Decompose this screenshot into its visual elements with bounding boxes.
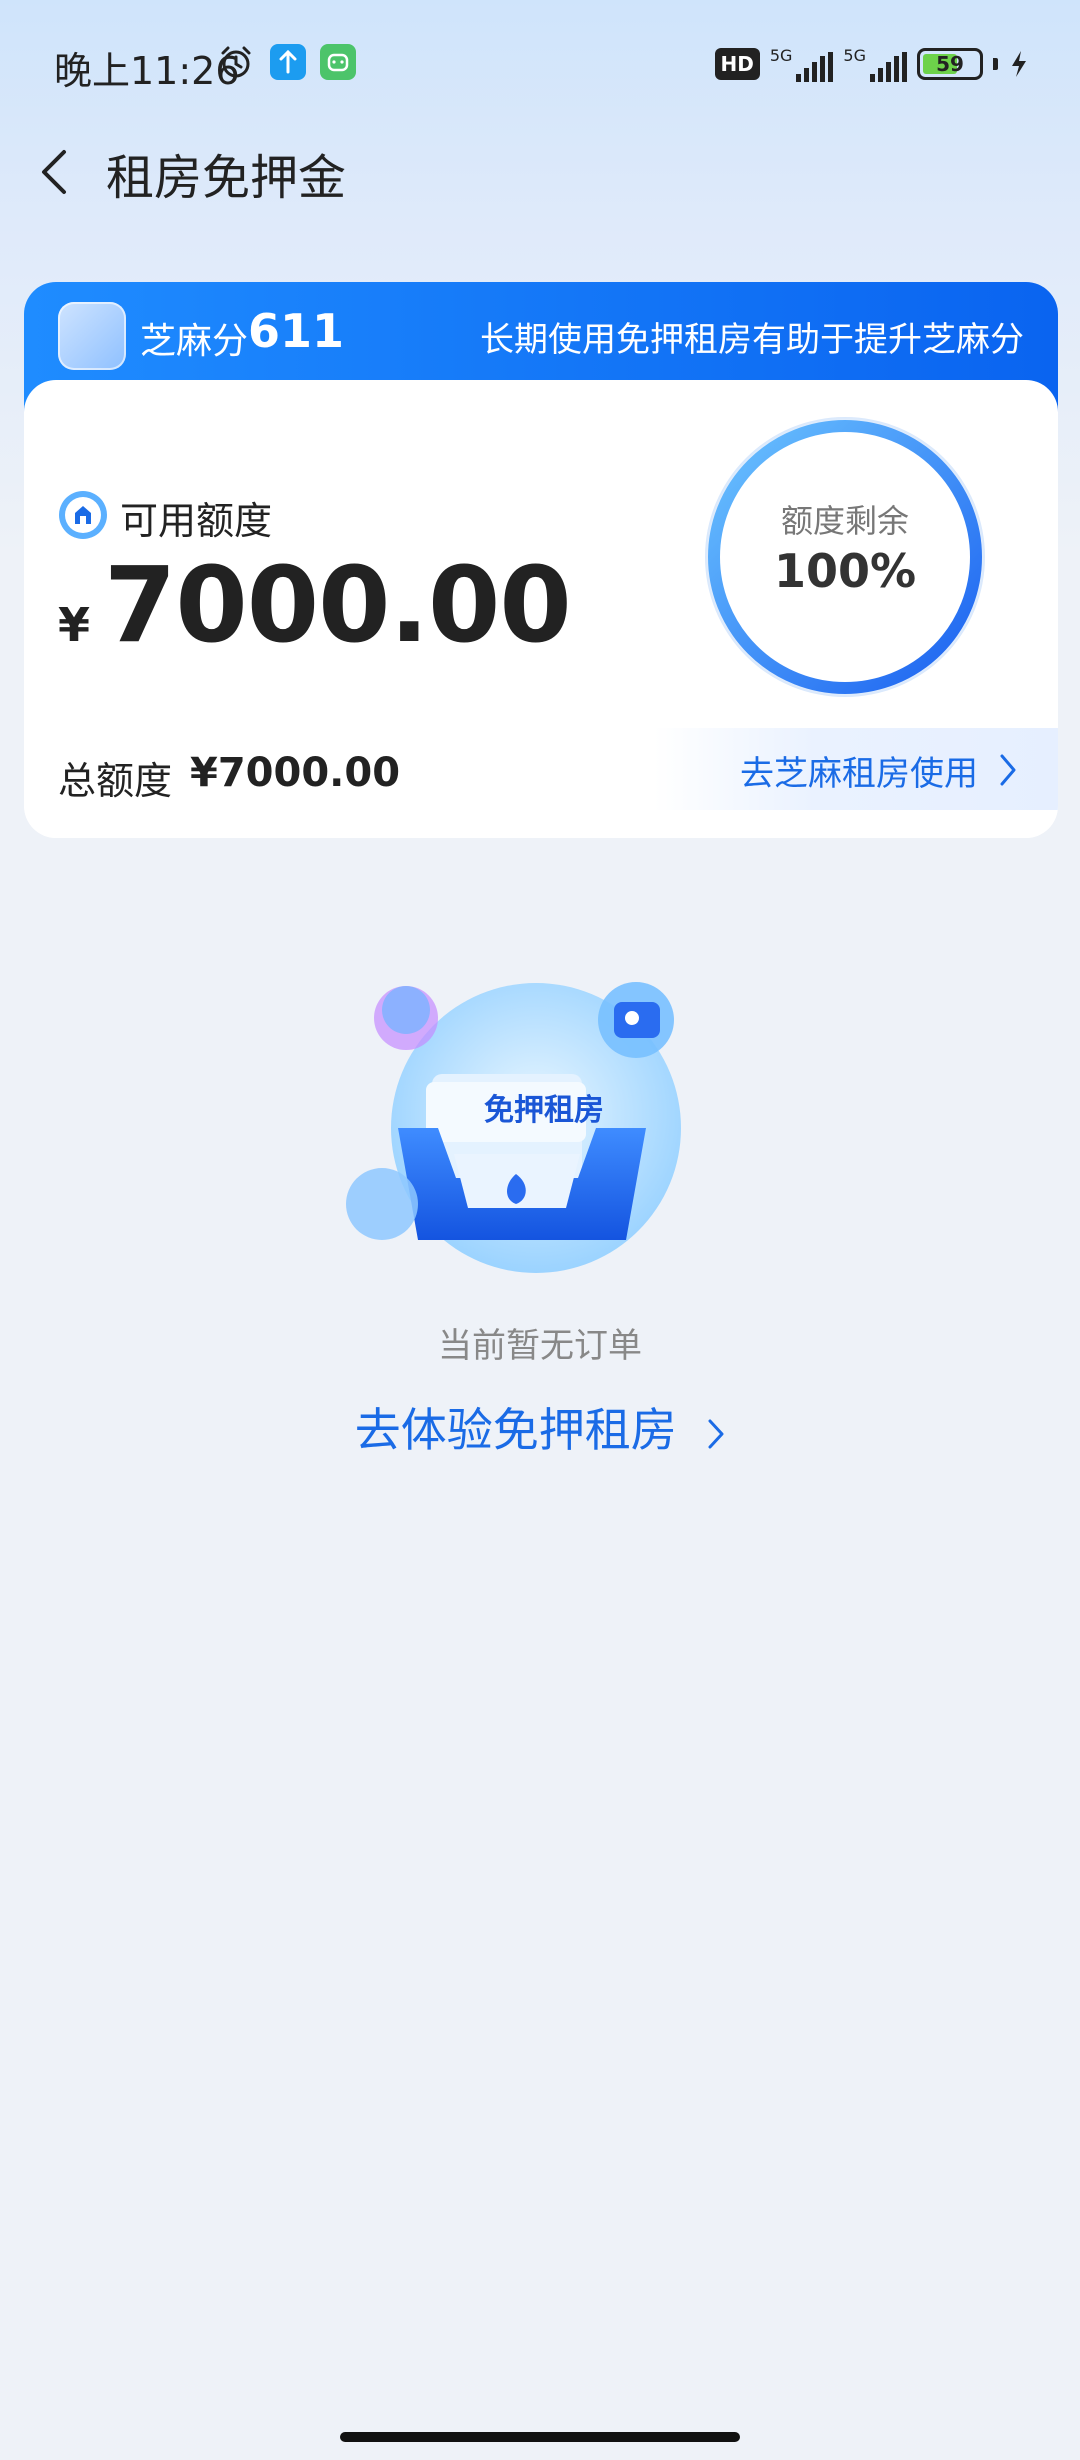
empty-message: 当前暂无订单: [438, 1326, 642, 1366]
available-label: 可用额度: [120, 499, 273, 543]
chevron-right-icon: [708, 1419, 724, 1448]
total-amount: ¥7000.00: [190, 750, 401, 796]
remaining-percent: 100%: [773, 544, 917, 598]
hd-badge: HD: [714, 48, 760, 80]
zhima-label: 芝麻分: [140, 321, 249, 362]
card-body: 可用额度 ¥ 7000.00 额度剩余 100% 总额度 ¥7000.00 去芝…: [24, 380, 1058, 838]
use-link-label: 去芝麻租房使用: [740, 754, 978, 794]
status-bar: 晚上11:26 HD 5G 5G 59: [0, 0, 1080, 130]
illustration-label: 免押租房: [484, 1093, 604, 1128]
try-link-label: 去体验免押租房: [354, 1403, 677, 1457]
use-zhima-rental-button[interactable]: 去芝麻租房使用: [654, 728, 1058, 810]
currency-symbol: ¥: [58, 598, 91, 652]
zhima-score: 611: [248, 304, 345, 358]
signal-bars-icon: [870, 52, 907, 82]
page-title: 租房免押金: [106, 150, 347, 206]
remaining-label: 额度剩余: [780, 502, 909, 540]
upload-app-icon: [270, 44, 306, 80]
battery-icon: 59: [917, 48, 983, 80]
chevron-right-icon: [1000, 754, 1016, 786]
banner-tip: 长期使用免押租房有助于提升芝麻分: [480, 320, 1024, 360]
signal-2: 5G: [843, 46, 907, 82]
total-label: 总额度: [58, 759, 173, 803]
android-app-icon: [320, 44, 356, 80]
signal-bars-icon: [796, 52, 834, 82]
back-arrow-icon[interactable]: [34, 144, 74, 200]
charging-bolt-icon: [1012, 51, 1026, 77]
try-free-deposit-rental-link[interactable]: 去体验免押租房: [0, 1394, 1080, 1460]
network-type-2: 5G: [843, 46, 866, 65]
header: 租房免押金: [0, 130, 1080, 210]
signal-1: 5G: [770, 46, 834, 82]
empty-orders-illustration: 免押租房: [346, 982, 681, 1273]
battery-level: 59: [936, 52, 964, 76]
zhima-thumbnail: [58, 302, 126, 370]
available-amount: 7000.00: [104, 544, 572, 666]
home-indicator[interactable]: [340, 2432, 740, 2442]
battery-tip: [993, 58, 998, 70]
network-type-1: 5G: [769, 46, 793, 65]
credit-card: 芝麻分 611 长期使用免押租房有助于提升芝麻分 可用额度 ¥ 7000.00: [24, 282, 1058, 838]
status-time: 晚上11:26: [54, 49, 240, 93]
status-right-group: HD 5G 5G 59: [714, 46, 1031, 82]
alarm-clock-icon: [221, 46, 251, 78]
house-shield-icon: [59, 491, 107, 539]
